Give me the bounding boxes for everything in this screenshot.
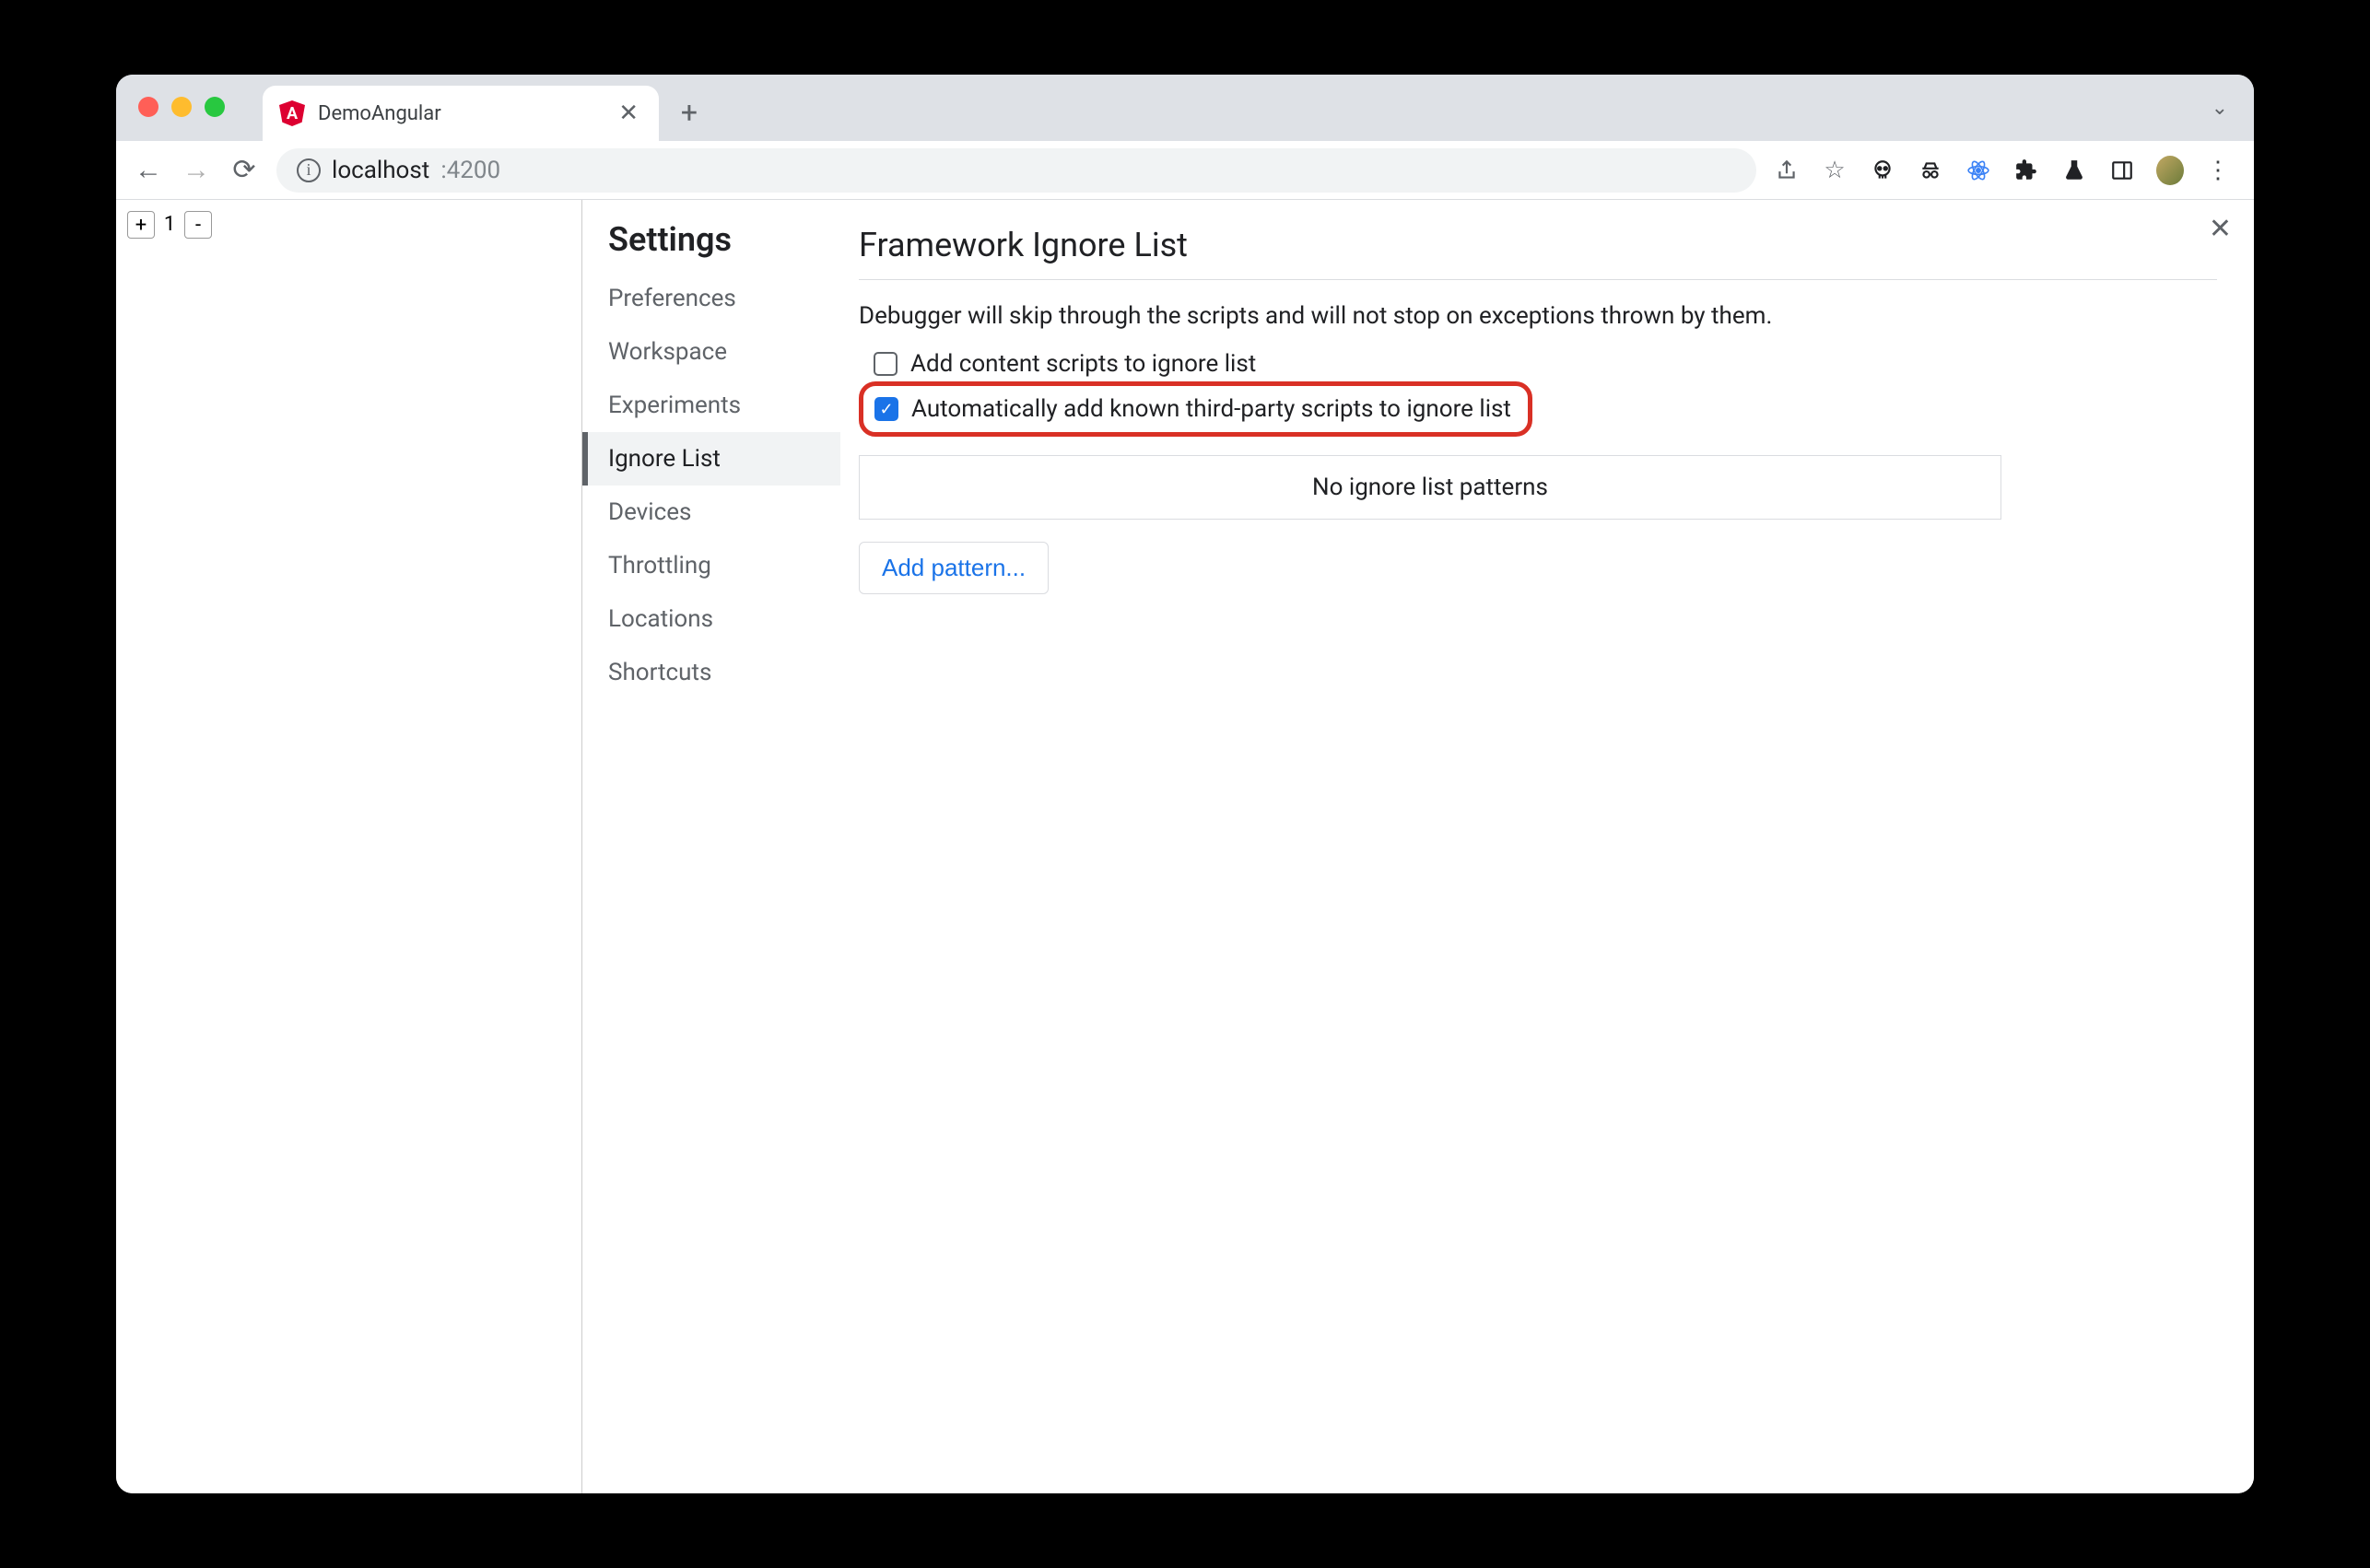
decrement-button[interactable]: - (184, 211, 212, 239)
devtools-settings: ✕ Settings Preferences Workspace Experim… (582, 200, 2254, 1493)
increment-button[interactable]: + (127, 211, 155, 239)
settings-nav: Preferences Workspace Experiments Ignore… (582, 272, 840, 699)
angular-favicon: A (279, 100, 305, 126)
tab-bar: A DemoAngular ✕ + ⌄ (116, 75, 2254, 141)
profile-avatar[interactable] (2156, 157, 2184, 184)
counter-value: 1 (158, 211, 181, 239)
highlighted-option: ✓ Automatically add known third-party sc… (859, 381, 1532, 437)
url-port: :4200 (440, 157, 500, 184)
page-viewport: + 1 - (116, 200, 582, 1493)
url-host: localhost (332, 157, 429, 184)
address-bar: ← → ⟳ i localhost :4200 ☆ (116, 141, 2254, 200)
settings-panel: Framework Ignore List Debugger will skip… (840, 200, 2254, 1493)
checkbox-unchecked-icon[interactable] (874, 352, 898, 376)
tab-title: DemoAngular (318, 102, 602, 125)
toolbar-right: ☆ ⋮ (1773, 157, 2237, 184)
panel-description: Debugger will skip through the scripts a… (859, 280, 2217, 345)
nav-preferences[interactable]: Preferences (582, 272, 840, 325)
panel-toggle-icon[interactable] (2108, 157, 2136, 184)
extension-skull-icon[interactable] (1869, 157, 1896, 184)
nav-devices[interactable]: Devices (582, 486, 840, 539)
browser-menu-icon[interactable]: ⋮ (2204, 157, 2232, 184)
back-button[interactable]: ← (133, 154, 164, 186)
nav-ignore-list[interactable]: Ignore List (582, 432, 840, 486)
nav-throttling[interactable]: Throttling (582, 539, 840, 592)
reload-button[interactable]: ⟳ (229, 154, 260, 186)
extensions-puzzle-icon[interactable] (2012, 157, 2040, 184)
new-tab-button[interactable]: + (666, 89, 712, 135)
add-pattern-button[interactable]: Add pattern... (859, 542, 1049, 594)
settings-title: Settings (582, 220, 840, 272)
option-content-scripts[interactable]: Add content scripts to ignore list (866, 345, 2217, 383)
url-input[interactable]: i localhost :4200 (276, 148, 1756, 193)
forward-button[interactable]: → (181, 154, 212, 186)
content-area: + 1 - ✕ Settings Preferences Workspace E… (116, 200, 2254, 1493)
nav-shortcuts[interactable]: Shortcuts (582, 646, 840, 699)
nav-workspace[interactable]: Workspace (582, 325, 840, 379)
counter-widget: + 1 - (127, 211, 570, 239)
site-info-icon[interactable]: i (297, 158, 321, 182)
extension-incognito-icon[interactable] (1917, 157, 1944, 184)
empty-patterns-text: No ignore list patterns (1312, 474, 1548, 501)
close-tab-icon[interactable]: ✕ (615, 99, 642, 127)
minimize-window-button[interactable] (171, 97, 192, 117)
bookmark-star-icon[interactable]: ☆ (1821, 157, 1848, 184)
option-third-party[interactable]: ✓ Automatically add known third-party sc… (867, 390, 1519, 428)
checkbox-checked-icon[interactable]: ✓ (874, 397, 898, 421)
close-settings-icon[interactable]: ✕ (2209, 213, 2232, 245)
tabs-overflow-icon[interactable]: ⌄ (2212, 97, 2228, 120)
option-third-party-label: Automatically add known third-party scri… (911, 395, 1511, 423)
nav-locations[interactable]: Locations (582, 592, 840, 646)
option-content-scripts-label: Add content scripts to ignore list (910, 350, 1256, 378)
close-window-button[interactable] (138, 97, 158, 117)
panel-title: Framework Ignore List (859, 226, 2217, 280)
ignore-patterns-list: No ignore list patterns (859, 455, 2001, 520)
fullscreen-window-button[interactable] (205, 97, 225, 117)
window-controls (138, 97, 225, 117)
nav-experiments[interactable]: Experiments (582, 379, 840, 432)
extension-flask-icon[interactable] (2060, 157, 2088, 184)
settings-sidebar: Settings Preferences Workspace Experimen… (582, 200, 840, 1493)
browser-window: A DemoAngular ✕ + ⌄ ← → ⟳ i localhost :42… (116, 75, 2254, 1493)
browser-tab[interactable]: A DemoAngular ✕ (263, 86, 659, 141)
share-icon[interactable] (1773, 157, 1801, 184)
extension-react-icon[interactable] (1965, 157, 1992, 184)
